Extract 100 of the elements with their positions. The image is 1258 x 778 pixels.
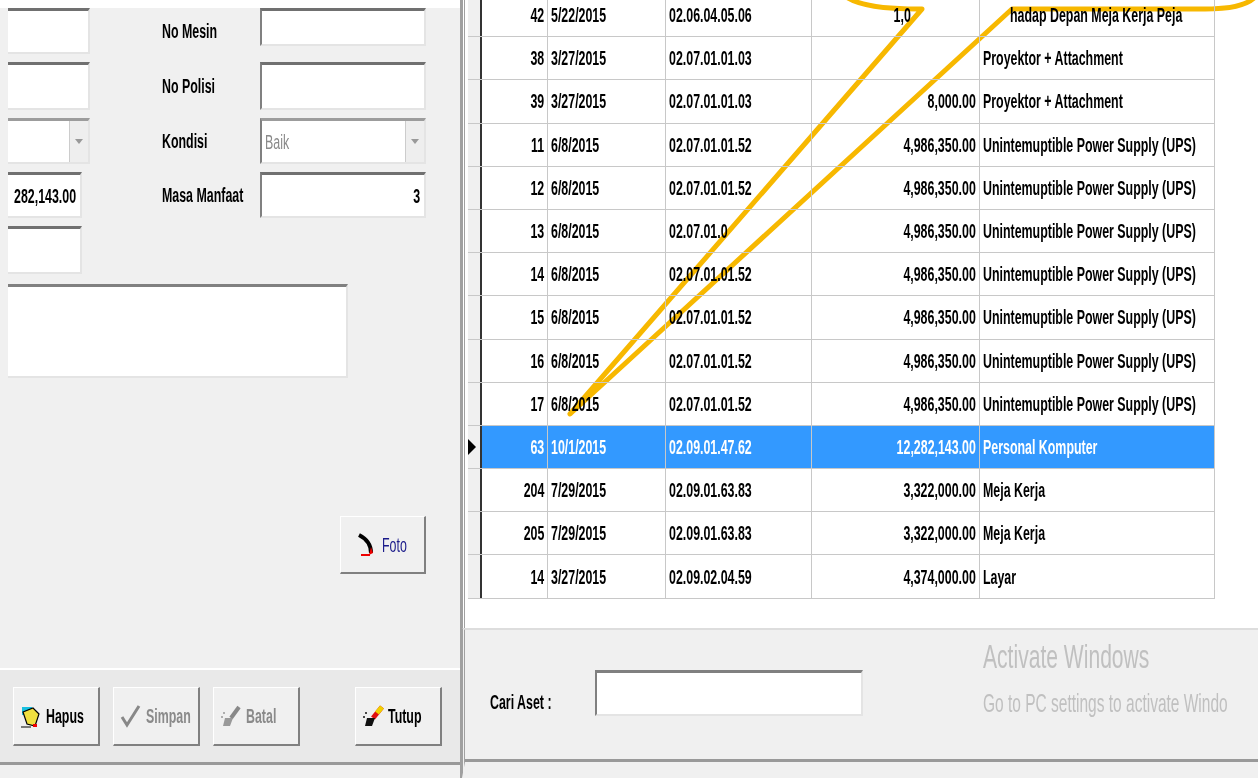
table-cell: 4,986,350.00	[903, 132, 976, 157]
table-row[interactable]: 16 6/8/2015 02.07.01.01.52 4,986,350.00 Unintemuptible Power Supply (UPS)	[468, 339, 1215, 383]
table-cell: 16	[530, 348, 544, 373]
input-field[interactable]	[260, 62, 426, 110]
table-cell: 63	[530, 434, 544, 459]
table-cell: 02.09.01.63.83	[669, 478, 752, 503]
table-cell: Unintemuptible Power Supply (UPS)	[983, 391, 1196, 416]
table-cell: 3,322,000.00	[903, 521, 976, 546]
check-icon	[118, 703, 143, 728]
notes-field[interactable]	[8, 284, 348, 378]
table-cell: 4,986,350.00	[903, 348, 976, 373]
table-cell: 02.09.01.63.83	[669, 521, 752, 546]
broom-icon	[360, 703, 385, 728]
table-cell: 02.07.01.0	[669, 219, 728, 244]
table-row[interactable]: 12 6/8/2015 02.07.01.01.52 4,986,350.00 Unintemuptible Power Supply (UPS)	[468, 166, 1215, 210]
table-cell: 42	[530, 3, 544, 28]
table-row[interactable]: 205 7/29/2015 02.09.01.63.83 3,322,000.00 Meja Kerja	[468, 512, 1215, 556]
table-cell: 4,374,000.00	[903, 564, 976, 589]
table-cell: Layar	[983, 564, 1017, 589]
table-row[interactable]: 42 5/22/2015 02.06.04.05.06 1,0 hadap Depan Meja Kerja Peja	[468, 0, 1215, 38]
table-row[interactable]: 39 3/27/2015 02.07.01.01.03 8,000.00 Proyektor + Attachment	[468, 80, 1215, 124]
broom-icon	[218, 703, 243, 728]
action-button[interactable]: Tutup	[355, 686, 442, 746]
table-cell: 02.07.01.01.52	[669, 132, 752, 157]
search-label: Cari Aset :	[490, 690, 552, 714]
input-field[interactable]	[260, 8, 426, 46]
table-cell: 02.09.01.47.62	[669, 434, 752, 459]
input-field[interactable]	[8, 62, 90, 110]
table-cell: 4,986,350.00	[903, 175, 976, 200]
table-cell: 5/22/2015	[551, 3, 607, 28]
table-cell: 3/27/2015	[551, 564, 607, 589]
field-label: No Polisi	[162, 74, 216, 98]
table-cell: 3/27/2015	[551, 46, 607, 71]
field-value: 282,143.00	[13, 183, 76, 208]
table-cell: 02.07.01.01.52	[669, 348, 752, 373]
table-cell: 205	[523, 521, 544, 546]
table-cell: 38	[530, 46, 544, 71]
row-pointer-icon	[468, 438, 476, 455]
table-cell: 15	[530, 305, 544, 330]
table-cell: 02.07.01.01.52	[669, 175, 752, 200]
table-cell: 6/8/2015	[551, 132, 600, 157]
table-cell: Unintemuptible Power Supply (UPS)	[983, 348, 1196, 373]
field-label: No Mesin	[162, 19, 218, 43]
input-field[interactable]	[8, 8, 90, 54]
photo-button[interactable]: Foto	[340, 516, 426, 574]
table-cell: Meja Kerja	[983, 521, 1046, 546]
table-cell: 3/27/2015	[551, 89, 607, 114]
action-button[interactable]: Hapus	[13, 686, 100, 746]
table-cell: hadap Depan Meja Kerja Peja	[1010, 3, 1183, 28]
table-cell: 14	[530, 262, 544, 287]
table-cell: 4,986,350.00	[903, 391, 976, 416]
table-cell: 8,000.00	[927, 89, 976, 114]
table-cell: 204	[523, 478, 544, 503]
table-cell: 11	[530, 132, 544, 157]
table-cell: 02.09.02.04.59	[669, 564, 752, 589]
table-cell: 6/8/2015	[551, 219, 600, 244]
table-cell: 13	[530, 219, 544, 244]
table-cell: Unintemuptible Power Supply (UPS)	[983, 305, 1196, 330]
table-cell: 6/8/2015	[551, 348, 600, 373]
table-cell: 4,986,350.00	[903, 219, 976, 244]
table-cell: Personal Komputer	[983, 434, 1098, 459]
table-row[interactable]: 11 6/8/2015 02.07.01.01.52 4,986,350.00 Unintemuptible Power Supply (UPS)	[468, 123, 1215, 167]
field-label: Masa Manfaat	[162, 183, 244, 207]
table-row[interactable]: 38 3/27/2015 02.07.01.01.03 Proyektor + Attachment	[468, 37, 1215, 81]
table-cell: Unintemuptible Power Supply (UPS)	[983, 175, 1196, 200]
table-cell: Unintemuptible Power Supply (UPS)	[983, 132, 1196, 157]
table-cell: 1,0	[893, 3, 911, 28]
table-cell: 14	[530, 564, 544, 589]
table-cell: 6/8/2015	[551, 305, 600, 330]
table-row[interactable]: 13 6/8/2015 02.07.01.0 4,986,350.00 Unintemuptible Power Supply (UPS)	[468, 209, 1215, 254]
input-field[interactable]	[8, 226, 82, 274]
table-cell: Meja Kerja	[983, 478, 1046, 503]
dropdown-arrow-icon	[75, 139, 83, 144]
search-field[interactable]	[595, 670, 864, 716]
table-cell: 02.07.01.01.03	[669, 89, 752, 114]
dropdown-arrow-icon	[411, 139, 419, 144]
table-cell: 10/1/2015	[551, 434, 607, 459]
table-cell: Proyektor + Attachment	[983, 46, 1123, 71]
table-cell: 4,986,350.00	[903, 262, 976, 287]
table-cell: 02.07.01.01.52	[669, 391, 752, 416]
input-field[interactable]: 3	[260, 172, 426, 218]
table-cell: 3,322,000.00	[903, 478, 976, 503]
table-cell: 7/29/2015	[551, 521, 607, 546]
table-cell: Unintemuptible Power Supply (UPS)	[983, 262, 1196, 287]
table-cell: 7/29/2015	[551, 478, 607, 503]
table-cell: 12	[530, 175, 544, 200]
table-cell: 02.07.01.01.03	[669, 46, 752, 71]
table-cell: 02.06.04.05.06	[669, 3, 752, 28]
field-label: Kondisi	[162, 129, 208, 153]
table-row[interactable]: 14 3/27/2015 02.09.02.04.59 4,374,000.00 Layar	[468, 555, 1215, 599]
field-value: 3	[413, 183, 420, 208]
table-cell: Proyektor + Attachment	[983, 89, 1123, 114]
field-value: Baik	[265, 129, 290, 154]
table-row[interactable]: 204 7/29/2015 02.09.01.63.83 3,322,000.00 Meja Kerja	[468, 469, 1215, 513]
table-cell: 17	[530, 391, 544, 416]
input-field[interactable]: 282,143.00	[8, 172, 82, 218]
table-cell: 4,986,350.00	[903, 305, 976, 330]
table-cell: Unintemuptible Power Supply (UPS)	[983, 219, 1196, 244]
table-cell: 6/8/2015	[551, 262, 600, 287]
table-cell: 12,282,143.00	[896, 434, 976, 459]
